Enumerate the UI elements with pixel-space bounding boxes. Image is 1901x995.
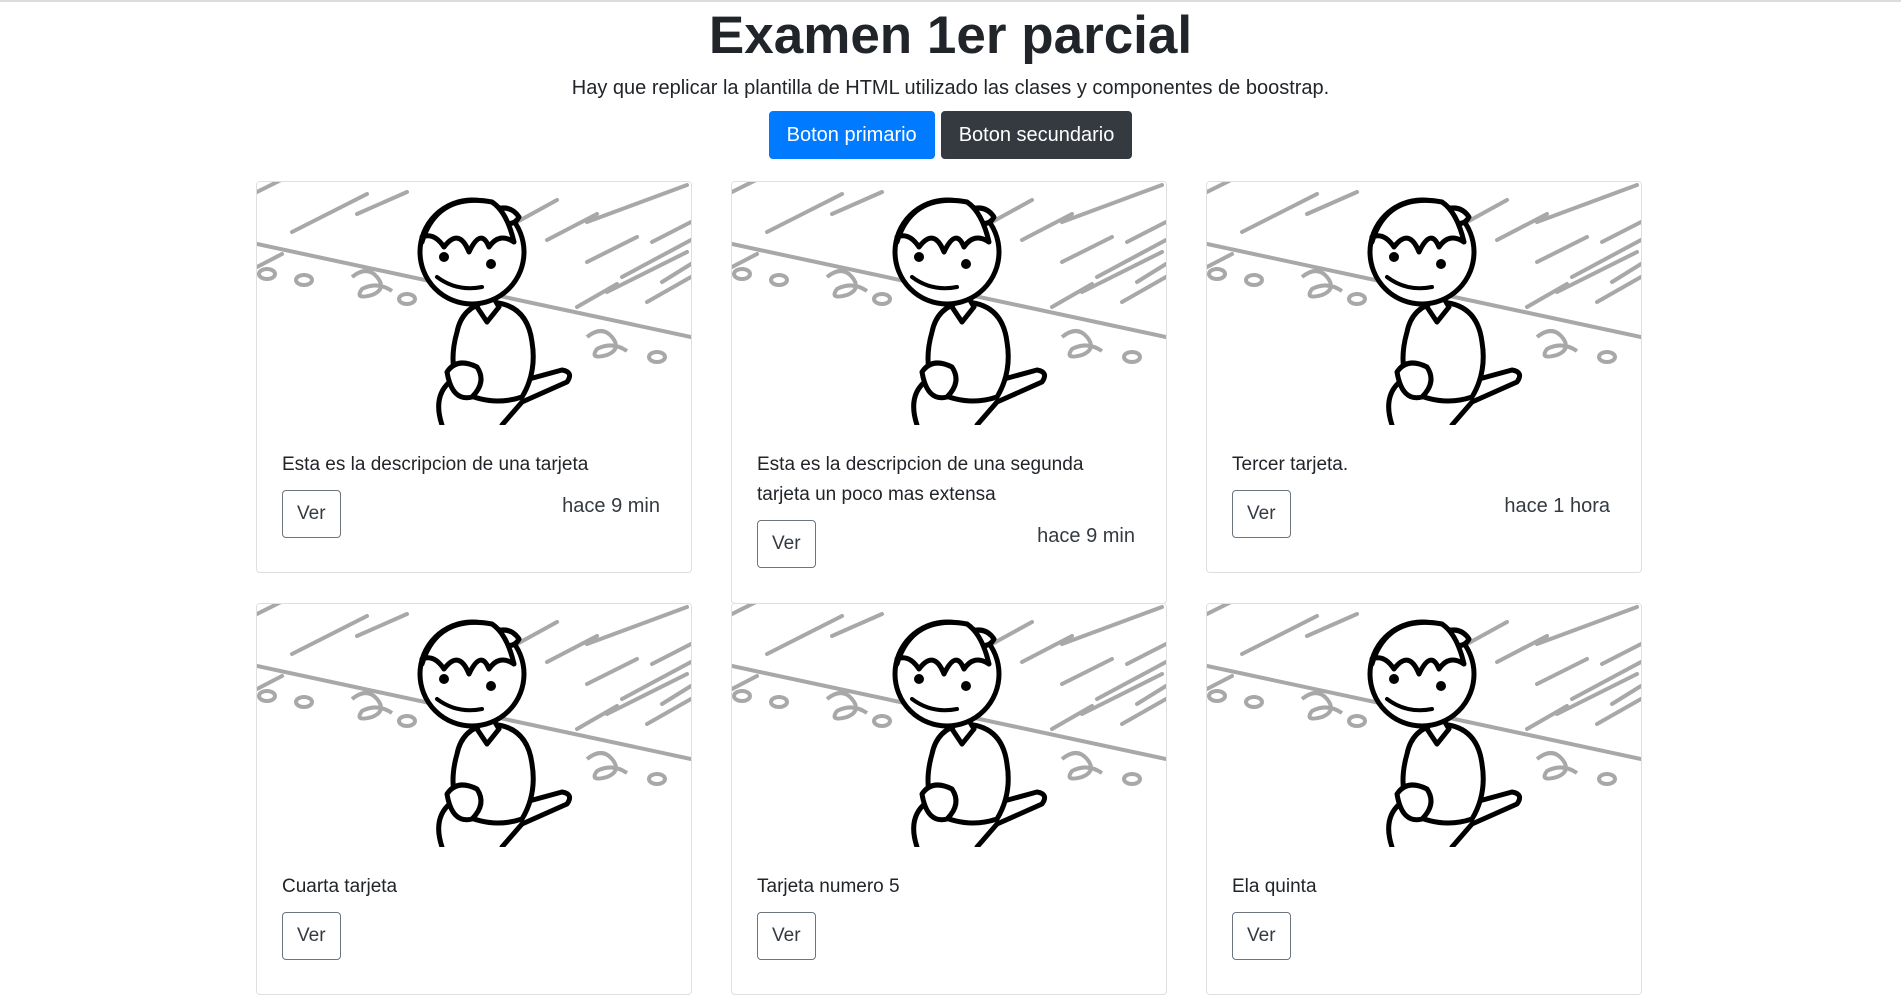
- card-footer: Ver hace 9 min: [757, 520, 1141, 580]
- card-description: Tarjeta numero 5: [757, 876, 900, 897]
- card-body: Tercer tarjeta. Ver hace 1 hora: [1207, 425, 1641, 550]
- view-button[interactable]: Ver: [1232, 490, 1291, 538]
- view-button[interactable]: Ver: [282, 912, 341, 960]
- page-title: Examen 1er parcial: [708, 6, 1193, 65]
- card-description: Ela quinta: [1232, 876, 1317, 897]
- card-body: Esta es la descripcion de una tarjeta Ve…: [257, 425, 691, 550]
- card-footer: Ver hace 1 hora: [1232, 490, 1616, 550]
- card-image: [257, 604, 691, 847]
- card-image: [1207, 182, 1641, 425]
- card-description: Tercer tarjeta.: [1232, 454, 1349, 475]
- card-footer: Ver: [282, 912, 666, 972]
- card-footer: Ver: [1232, 912, 1616, 972]
- timestamp: hace 9 min: [562, 495, 660, 517]
- card-footer: Ver: [757, 912, 1141, 972]
- card-image: [1207, 604, 1641, 847]
- card-description: Cuarta tarjeta: [282, 876, 398, 897]
- secondary-button[interactable]: Boton secundario: [940, 111, 1133, 159]
- page-subtitle: Hay que replicar la plantilla de HTML ut…: [571, 77, 1330, 99]
- card-3: Tercer tarjeta. Ver hace 1 hora: [1206, 181, 1642, 573]
- card-description: Esta es la descripcion de una segunda ta…: [757, 454, 1084, 505]
- card-image: [732, 182, 1166, 425]
- timestamp: hace 9 min: [1037, 525, 1135, 547]
- card-body: Ela quinta Ver: [1207, 847, 1641, 972]
- card-body: Cuarta tarjeta Ver: [257, 847, 691, 972]
- card-6: Ela quinta Ver: [1206, 603, 1642, 995]
- card-body: Tarjeta numero 5 Ver: [732, 847, 1166, 972]
- view-button[interactable]: Ver: [757, 520, 816, 568]
- card-footer: Ver hace 9 min: [282, 490, 666, 550]
- card-body: Esta es la descripcion de una segunda ta…: [732, 425, 1166, 580]
- primary-button[interactable]: Boton primario: [768, 111, 935, 159]
- page-header: Examen 1er parcial Hay que replicar la p…: [0, 0, 1901, 159]
- view-button[interactable]: Ver: [1232, 912, 1291, 960]
- card-image: [732, 604, 1166, 847]
- card-image: [257, 182, 691, 425]
- card-4: Cuarta tarjeta Ver: [256, 603, 692, 995]
- timestamp: hace 1 hora: [1504, 495, 1610, 517]
- card-2: Esta es la descripcion de una segunda ta…: [731, 181, 1167, 604]
- card-1: Esta es la descripcion de una tarjeta Ve…: [256, 181, 692, 573]
- view-button[interactable]: Ver: [757, 912, 816, 960]
- card-description: Esta es la descripcion de una tarjeta: [282, 454, 589, 475]
- view-button[interactable]: Ver: [282, 490, 341, 538]
- button-group: Boton primario Boton secundario: [0, 111, 1901, 159]
- card-5: Tarjeta numero 5 Ver: [731, 603, 1167, 995]
